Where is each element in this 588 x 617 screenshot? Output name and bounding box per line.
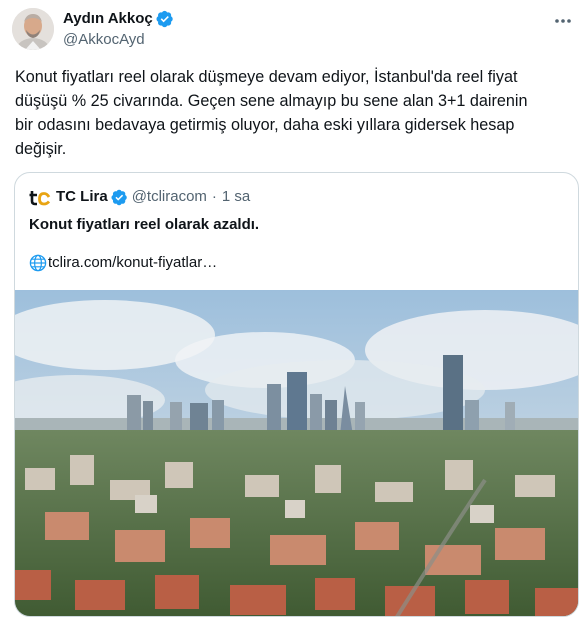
verified-badge-icon[interactable] xyxy=(111,189,128,206)
tweet-text: Konut fiyatları reel olarak düşmeye deva… xyxy=(15,68,528,158)
city-skyline-image[interactable] xyxy=(15,290,578,616)
author-block: Aydın Akkoç @AkkocAyd xyxy=(63,9,174,50)
verified-badge-icon[interactable] xyxy=(156,10,174,28)
tweet: Aydın Akkoç @AkkocAyd Konut fiyatları re… xyxy=(0,0,588,617)
quoted-header: TC Lira @tcliracom · 1 sa xyxy=(29,187,250,207)
author-name[interactable]: Aydın Akkoç xyxy=(63,9,153,29)
author-handle[interactable]: @AkkocAyd xyxy=(63,30,174,50)
quoted-timestamp[interactable]: 1 sa xyxy=(222,187,250,207)
globe-icon xyxy=(29,254,47,272)
quoted-author-handle[interactable]: @tcliracom xyxy=(132,187,207,207)
quoted-author-name[interactable]: TC Lira xyxy=(56,187,108,207)
tclira-logo[interactable] xyxy=(29,188,51,206)
separator-dot: · xyxy=(211,188,217,205)
quoted-tweet[interactable]: TC Lira @tcliracom · 1 sa Konut fiyatlar… xyxy=(14,172,579,617)
more-options-icon[interactable] xyxy=(552,10,574,32)
author-line: Aydın Akkoç xyxy=(63,9,174,29)
quoted-text: Konut fiyatları reel olarak azaldı. xyxy=(29,216,260,233)
quoted-link[interactable]: tclira.com/konut-fiyatlar… xyxy=(29,253,217,273)
quoted-link-text[interactable]: tclira.com/konut-fiyatlar… xyxy=(48,253,217,273)
avatar[interactable] xyxy=(12,8,54,50)
